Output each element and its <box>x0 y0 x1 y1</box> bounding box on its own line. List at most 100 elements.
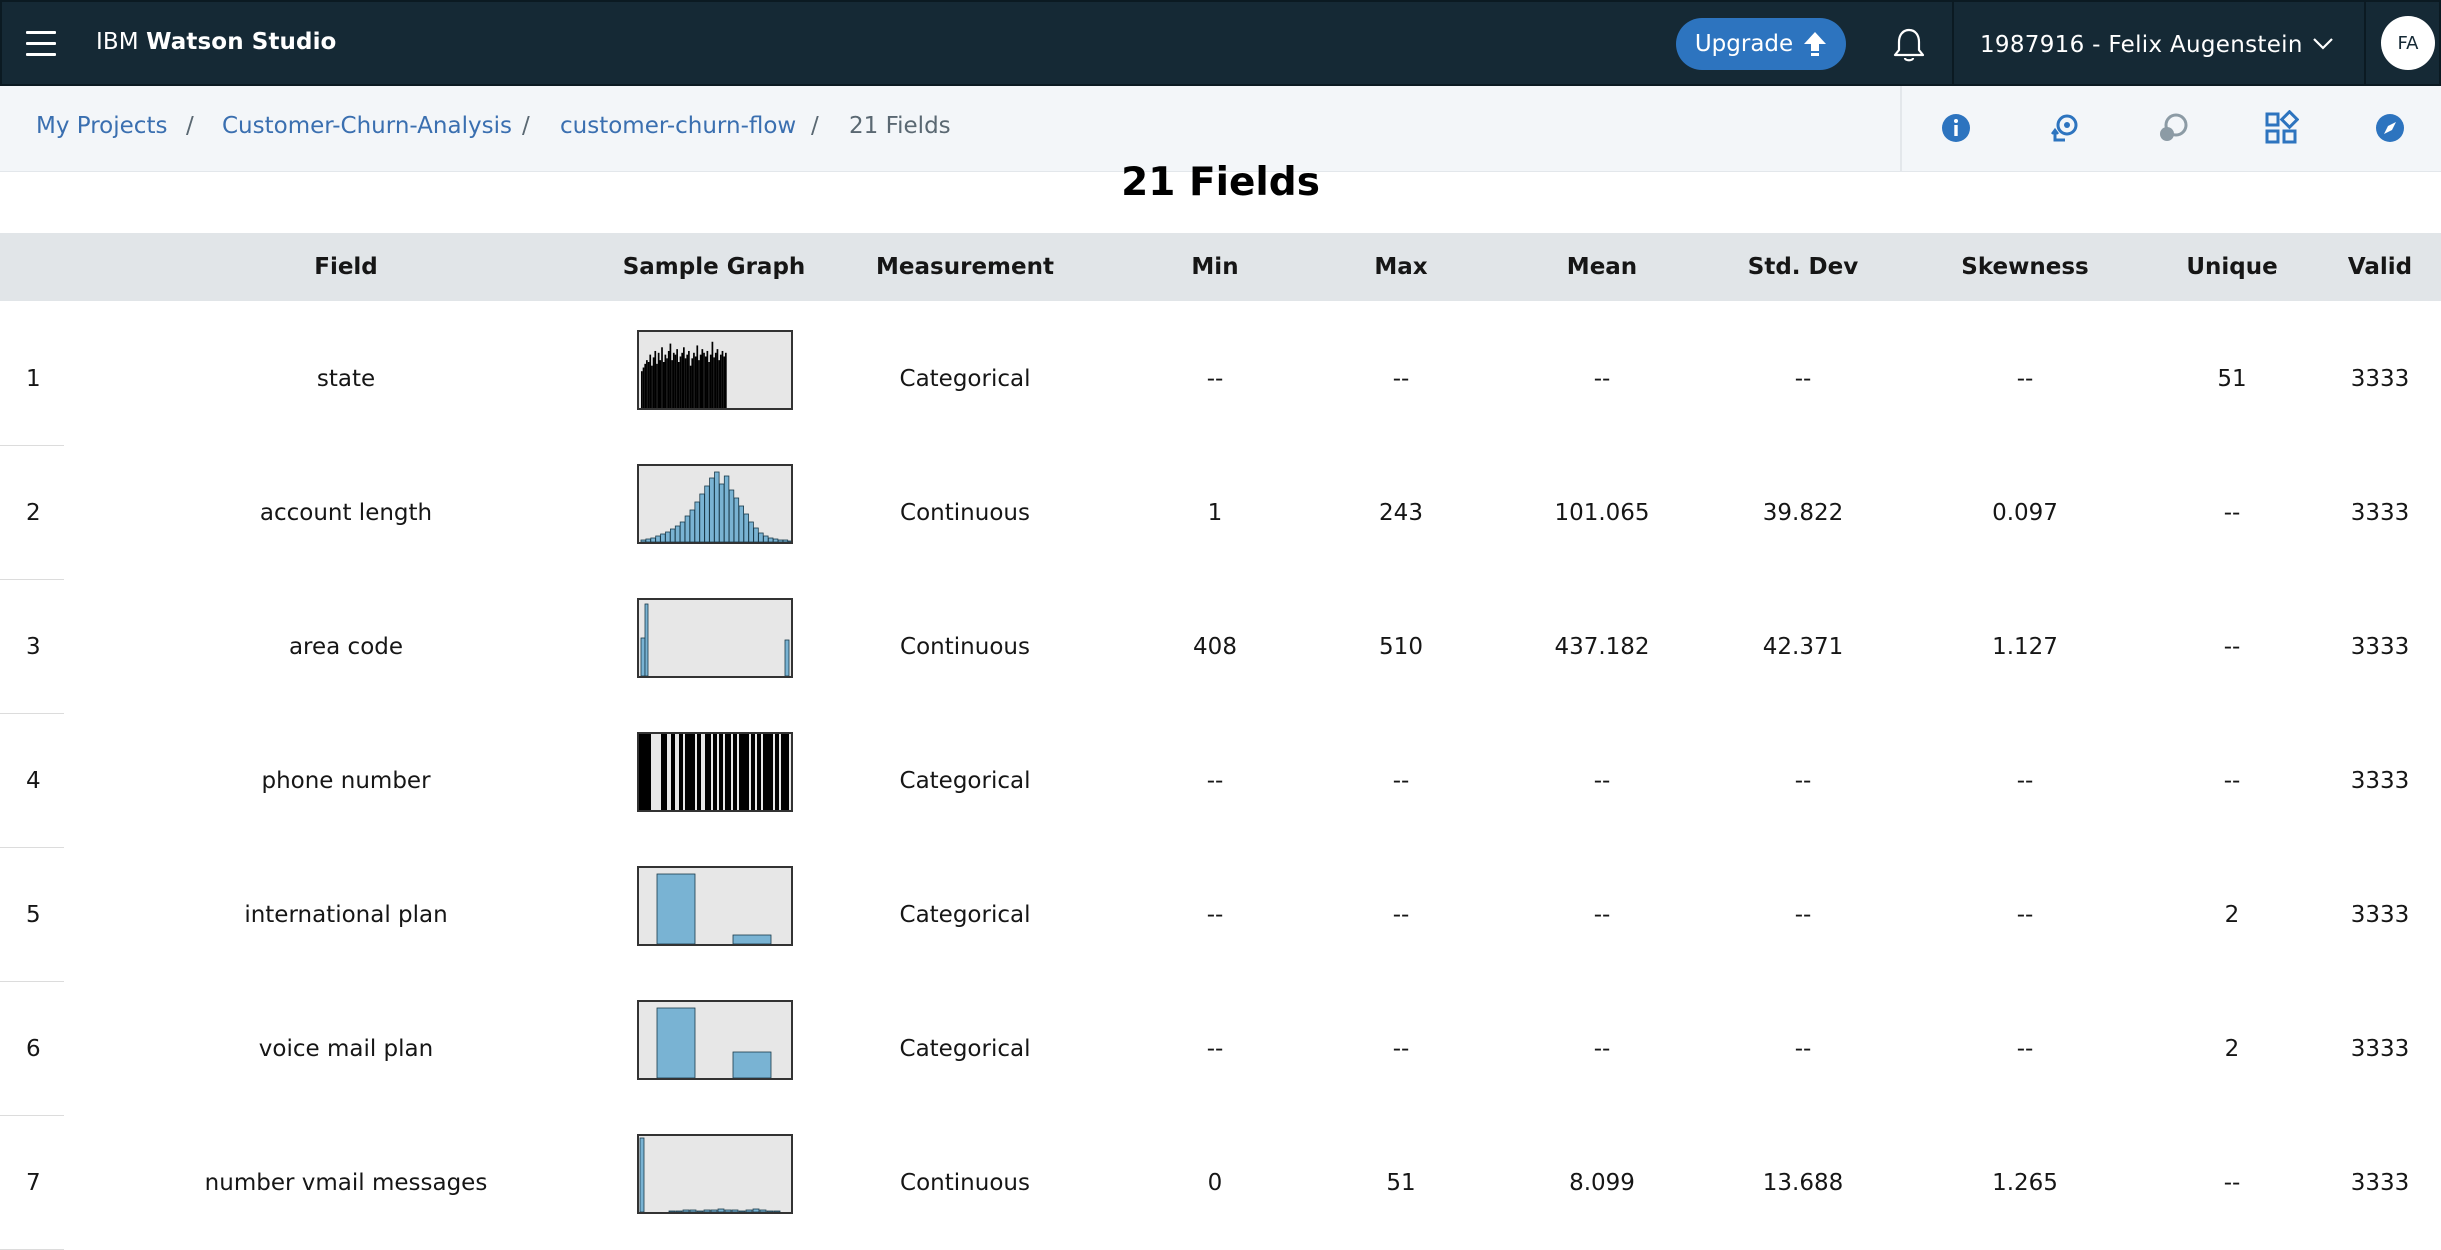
graph-bar <box>665 531 671 542</box>
cell-skew: -- <box>2016 768 2034 794</box>
account-length-histogram[interactable] <box>637 464 793 544</box>
column-header-sample-graph[interactable]: Sample Graph <box>623 233 806 301</box>
graph-bar <box>691 734 695 810</box>
table-row[interactable]: 3 area code Continuous 408 510 437.182 42.371 1… <box>0 580 2441 714</box>
graph-bar <box>698 360 700 408</box>
graph-bar <box>709 354 712 408</box>
cell-max: -- <box>1392 366 1410 392</box>
graph-bar <box>671 734 675 810</box>
graph-bar <box>696 345 699 408</box>
graph-bar <box>738 1210 746 1212</box>
graph-bar <box>777 539 784 542</box>
graph-bar <box>787 540 791 542</box>
cell-max: -- <box>1392 902 1410 928</box>
compass-icon[interactable] <box>2372 110 2408 146</box>
area-code-histogram[interactable] <box>637 598 793 678</box>
graph-bar <box>723 475 730 542</box>
graph-bar <box>657 352 660 408</box>
cell-measurement: Categorical <box>899 768 1031 794</box>
international-plan-bars[interactable] <box>637 866 793 946</box>
voice-mail-plan-bars[interactable] <box>637 1000 793 1080</box>
breadcrumb-project[interactable]: Customer-Churn-Analysis <box>222 113 512 139</box>
graph-bar <box>743 734 749 810</box>
column-header-field[interactable]: Field <box>314 233 378 301</box>
top-nav-bar: IBM Watson Studio Upgrade 1987916 - Feli… <box>0 0 2441 86</box>
graph-bar <box>679 734 683 810</box>
graph-bar <box>661 734 667 810</box>
graph-bar <box>686 354 689 408</box>
history-icon[interactable] <box>2047 110 2083 146</box>
graph-bar <box>705 734 711 810</box>
column-header-std-dev[interactable]: Std. Dev <box>1748 233 1858 301</box>
cell-skew: 1.265 <box>1992 1170 2058 1196</box>
breadcrumb-my-projects[interactable]: My Projects <box>36 113 167 139</box>
column-header-valid[interactable]: Valid <box>2348 233 2412 301</box>
cell-std: 42.371 <box>1762 634 1844 660</box>
account-switcher-label[interactable]: 1987916 - Felix Augenstein <box>1980 32 2303 58</box>
comments-icon[interactable] <box>2155 110 2191 146</box>
graph-bar <box>703 1209 711 1212</box>
graph-bar <box>753 527 759 542</box>
column-header-unique[interactable]: Unique <box>2186 233 2277 301</box>
menu-icon[interactable] <box>26 31 56 57</box>
graph-bar <box>697 734 701 810</box>
row-index: 4 <box>26 768 41 794</box>
info-icon[interactable] <box>1938 110 1974 146</box>
graph-bar <box>661 347 663 408</box>
graph-bar <box>732 934 772 944</box>
table-row[interactable]: 6 voice mail plan Categorical -- -- -- -- -- 2 33… <box>0 982 2441 1116</box>
state-histogram[interactable] <box>637 330 793 410</box>
cell-field: voice mail plan <box>258 1036 434 1062</box>
row-index: 1 <box>26 366 41 392</box>
table-row[interactable]: 4 phone number Categorical -- -- -- -- -- -- 3333 <box>0 714 2441 848</box>
graph-bar <box>645 538 651 542</box>
cell-min: 0 <box>1207 1170 1223 1196</box>
graph-bar <box>682 1209 690 1212</box>
table-row[interactable]: 1 state Categorical -- -- -- -- -- 51 3333 <box>0 312 2441 446</box>
graph-bar <box>669 343 672 408</box>
graph-bar <box>724 1209 732 1212</box>
cell-field: area code <box>288 634 404 660</box>
cell-measurement: Continuous <box>900 634 1030 660</box>
chevron-down-icon[interactable] <box>2312 37 2334 51</box>
graph-bar <box>704 356 707 408</box>
upgrade-arrow-icon <box>1804 32 1827 56</box>
graph-bar <box>660 533 666 542</box>
cell-field: phone number <box>261 768 431 794</box>
graph-bar <box>679 521 686 542</box>
column-header-max[interactable]: Max <box>1374 233 1427 301</box>
graph-bar <box>738 505 744 542</box>
column-header-mean[interactable]: Mean <box>1567 233 1637 301</box>
column-header-min[interactable]: Min <box>1191 233 1238 301</box>
graph-bar <box>667 350 670 408</box>
breadcrumb-separator: / <box>522 113 530 139</box>
graph-bar <box>772 538 779 542</box>
vmail-messages-histogram[interactable] <box>637 1134 793 1214</box>
avatar[interactable]: FA <box>2381 16 2435 70</box>
app-brand[interactable]: IBM Watson Studio <box>96 29 336 55</box>
cell-min: 1 <box>1207 500 1223 526</box>
breadcrumb-flow[interactable]: customer-churn-flow <box>560 113 796 139</box>
cell-unique: -- <box>2223 500 2241 526</box>
grid-icon[interactable] <box>2263 110 2299 146</box>
phone-number-histogram[interactable] <box>637 732 793 812</box>
graph-bar <box>689 509 695 542</box>
graph-bar <box>752 1208 760 1212</box>
cell-valid: 3333 <box>2350 902 2410 928</box>
notification-bell-icon[interactable] <box>1892 27 1926 63</box>
graph-bar <box>769 734 773 810</box>
graph-bar <box>733 734 737 810</box>
column-header-measurement[interactable]: Measurement <box>876 233 1054 301</box>
upgrade-button[interactable]: Upgrade <box>1676 18 1846 70</box>
graph-bar <box>652 357 655 408</box>
column-header-skewness[interactable]: Skewness <box>1961 233 2088 301</box>
graph-bar <box>733 497 740 542</box>
table-row[interactable]: 5 international plan Categorical -- -- -- -- --… <box>0 848 2441 982</box>
cell-valid: 3333 <box>2350 366 2410 392</box>
table-row[interactable]: 7 number vmail messages Continuous 0 51 8.099… <box>0 1116 2441 1250</box>
table-row[interactable]: 2 account length Continuous 1 243 101.065 39.8… <box>0 446 2441 580</box>
cell-mean: 8.099 <box>1569 1170 1635 1196</box>
graph-bar <box>748 521 754 542</box>
graph-bar <box>654 350 657 408</box>
graph-bar <box>785 734 789 810</box>
